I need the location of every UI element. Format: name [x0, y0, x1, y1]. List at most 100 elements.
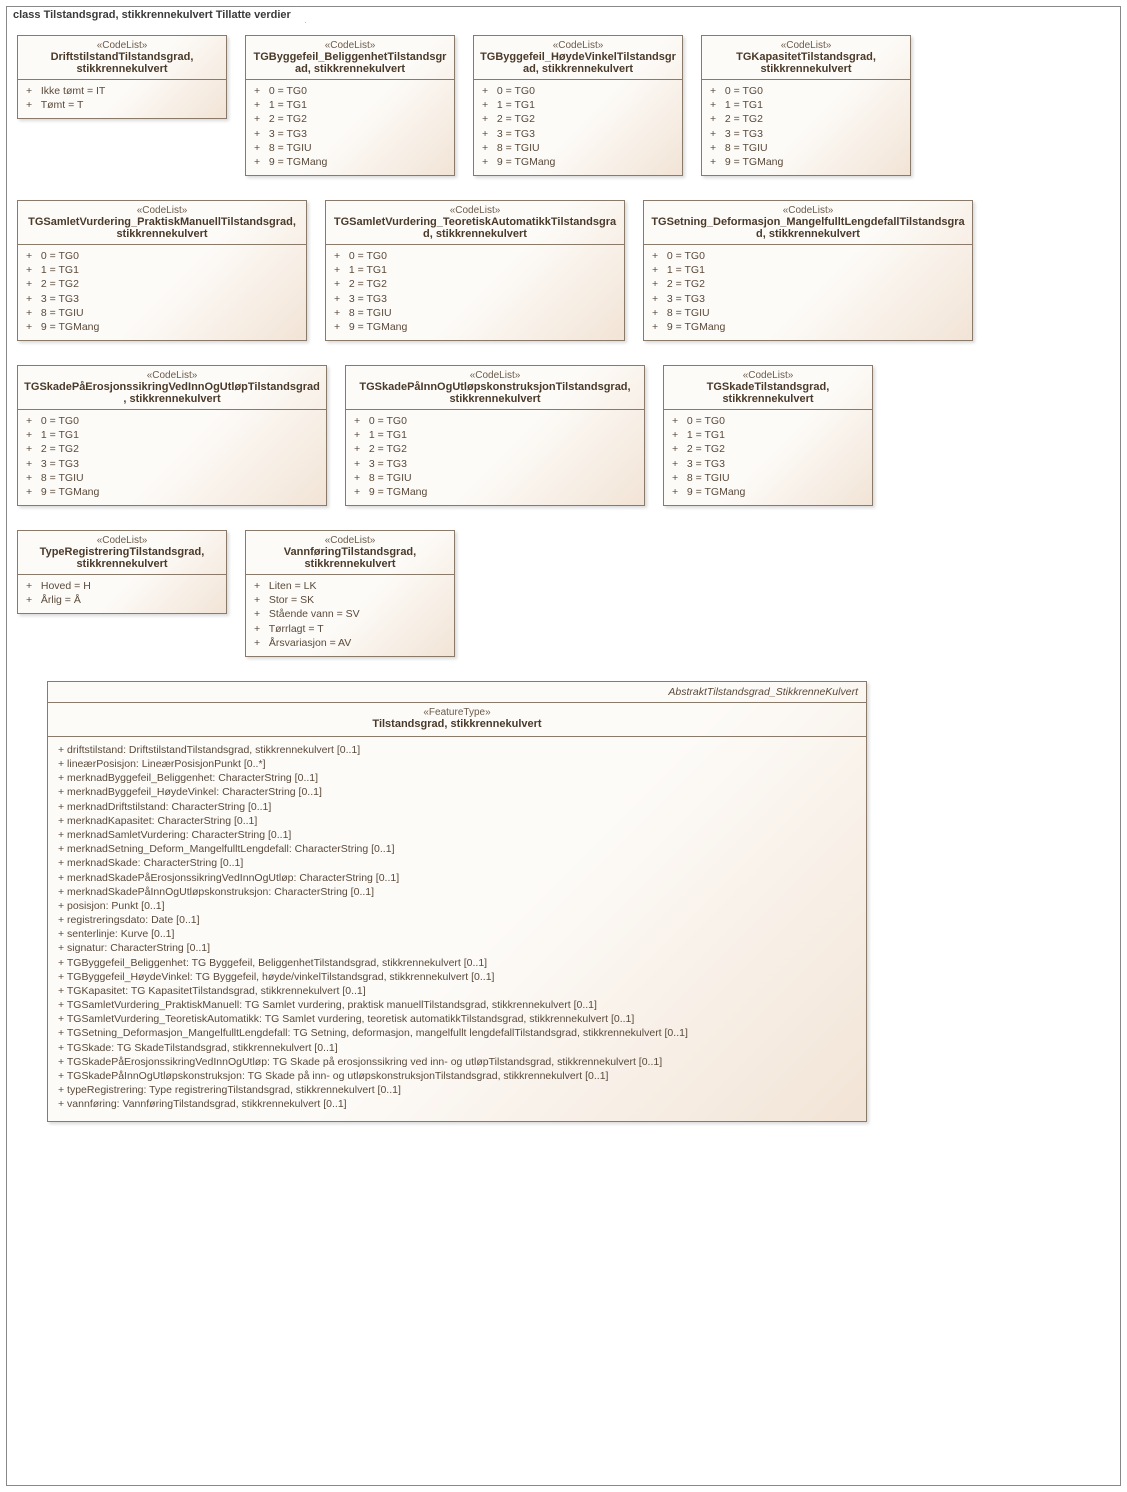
codelist-body: + Liten = LK+ Stor = SK+ Stående vann = … — [246, 575, 454, 656]
codelist-entry: + 8 = TGIU — [26, 471, 318, 485]
codelist-stereotype: «CodeList» — [24, 370, 320, 381]
codelist-entry: + 9 = TGMang — [710, 155, 902, 169]
codelist-cl4: «CodeList»TGKapasitetTilstandsgrad, stik… — [701, 35, 911, 176]
codelist-stereotype: «CodeList» — [252, 40, 448, 51]
feature-attribute: + merknadSkade: CharacterString [0..1] — [58, 856, 856, 870]
codelist-entry: + 9 = TGMang — [672, 485, 864, 499]
codelist-row: «CodeList»DriftstilstandTilstandsgrad, s… — [17, 35, 1110, 176]
codelist-entry: + 0 = TG0 — [254, 84, 446, 98]
codelist-head: «CodeList»TGSkadeTilstandsgrad, stikkren… — [664, 366, 872, 410]
codelist-entry: + 8 = TGIU — [652, 306, 964, 320]
codelist-stereotype: «CodeList» — [24, 40, 220, 51]
codelist-entry: + 8 = TGIU — [354, 471, 636, 485]
codelist-entry: + 8 = TGIU — [710, 141, 902, 155]
codelist-body: + 0 = TG0+ 1 = TG1+ 2 = TG2+ 3 = TG3+ 8 … — [326, 245, 624, 340]
feature-attribute: + senterlinje: Kurve [0..1] — [58, 927, 856, 941]
codelist-row: «CodeList»TypeRegistreringTilstandsgrad,… — [17, 530, 1110, 657]
feature-attribute: + merknadByggefeil_HøydeVinkel: Characte… — [58, 785, 856, 799]
codelist-title: TGByggefeil_HøydeVinkelTilstandsgrad, st… — [480, 51, 676, 75]
frame-title: class Tilstandsgrad, stikkrennekulvert T… — [6, 6, 306, 23]
feature-attribute: + TGSetning_Deformasjon_MangelfulltLengd… — [58, 1026, 856, 1040]
codelist-entry: + 2 = TG2 — [672, 442, 864, 456]
codelist-head: «CodeList»VannføringTilstandsgrad, stikk… — [246, 531, 454, 575]
codelist-entry: + 1 = TG1 — [354, 428, 636, 442]
codelist-entry: + 0 = TG0 — [652, 249, 964, 263]
codelist-body: + 0 = TG0+ 1 = TG1+ 2 = TG2+ 3 = TG3+ 8 … — [246, 80, 454, 175]
codelist-entry: + 0 = TG0 — [710, 84, 902, 98]
codelist-entry: + 3 = TG3 — [652, 292, 964, 306]
codelist-stereotype: «CodeList» — [332, 205, 618, 216]
codelist-title: TGSkadeTilstandsgrad, stikkrennekulvert — [670, 381, 866, 405]
codelist-stereotype: «CodeList» — [480, 40, 676, 51]
feature-attribute: + signatur: CharacterString [0..1] — [58, 941, 856, 955]
codelist-entry: + 1 = TG1 — [254, 98, 446, 112]
feature-attribute: + lineærPosisjon: LineærPosisjonPunkt [0… — [58, 757, 856, 771]
feature-attribute: + TGSkadePåErosjonssikringVedInnOgUtløp:… — [58, 1055, 856, 1069]
codelist-entry: + 2 = TG2 — [26, 442, 318, 456]
codelist-stereotype: «CodeList» — [24, 535, 220, 546]
codelist-stereotype: «CodeList» — [708, 40, 904, 51]
codelist-cl10: «CodeList»TGSkadeTilstandsgrad, stikkren… — [663, 365, 873, 506]
codelist-body: + 0 = TG0+ 1 = TG1+ 2 = TG2+ 3 = TG3+ 8 … — [644, 245, 972, 340]
feature-attribute: + vannføring: VannføringTilstandsgrad, s… — [58, 1097, 856, 1111]
codelist-cl11: «CodeList»TypeRegistreringTilstandsgrad,… — [17, 530, 227, 614]
codelist-cl2: «CodeList»TGByggefeil_BeliggenhetTilstan… — [245, 35, 455, 176]
codelist-entry: + 3 = TG3 — [354, 457, 636, 471]
codelist-entry: + Tørrlagt = T — [254, 622, 446, 636]
codelist-entry: + 0 = TG0 — [26, 414, 318, 428]
codelist-entry: + 3 = TG3 — [26, 292, 298, 306]
codelist-entry: + 2 = TG2 — [26, 277, 298, 291]
codelist-cl6: «CodeList»TGSamletVurdering_TeoretiskAut… — [325, 200, 625, 341]
codelist-body: + 0 = TG0+ 1 = TG1+ 2 = TG2+ 3 = TG3+ 8 … — [18, 410, 326, 505]
codelist-entry: + 3 = TG3 — [26, 457, 318, 471]
feature-attributes: + driftstilstand: DriftstilstandTilstand… — [48, 737, 866, 1121]
feature-attribute: + merknadSamletVurdering: CharacterStrin… — [58, 828, 856, 842]
codelist-title: TGSamletVurdering_PraktiskManuellTilstan… — [24, 216, 300, 240]
codelist-head: «CodeList»DriftstilstandTilstandsgrad, s… — [18, 36, 226, 80]
codelist-entry: + Tømt = T — [26, 98, 218, 112]
codelist-entry: + 1 = TG1 — [482, 98, 674, 112]
diagram-frame: class Tilstandsgrad, stikkrennekulvert T… — [6, 6, 1121, 1486]
codelist-stereotype: «CodeList» — [252, 535, 448, 546]
feature-attribute: + TGSkade: TG SkadeTilstandsgrad, stikkr… — [58, 1041, 856, 1055]
codelist-entry: + 3 = TG3 — [334, 292, 616, 306]
codelist-entry: + 0 = TG0 — [672, 414, 864, 428]
codelist-entry: + 8 = TGIU — [334, 306, 616, 320]
codelist-entry: + 1 = TG1 — [334, 263, 616, 277]
codelist-head: «CodeList»TGSetning_Deformasjon_Mangelfu… — [644, 201, 972, 245]
codelist-title: DriftstilstandTilstandsgrad, stikkrennek… — [24, 51, 220, 75]
codelist-cl9: «CodeList»TGSkadePåInnOgUtløpskonstruksj… — [345, 365, 645, 506]
codelist-entry: + 2 = TG2 — [254, 112, 446, 126]
codelist-body: + Hoved = H+ Årlig = Å — [18, 575, 226, 613]
codelist-title: TypeRegistreringTilstandsgrad, stikkrenn… — [24, 546, 220, 570]
codelist-title: TGSamletVurdering_TeoretiskAutomatikkTil… — [332, 216, 618, 240]
feature-attribute: + driftstilstand: DriftstilstandTilstand… — [58, 743, 856, 757]
codelist-entry: + 9 = TGMang — [254, 155, 446, 169]
feature-attribute: + registreringsdato: Date [0..1] — [58, 913, 856, 927]
codelist-entry: + 0 = TG0 — [354, 414, 636, 428]
codelist-entry: + 1 = TG1 — [672, 428, 864, 442]
feature-attribute: + TGSamletVurdering_PraktiskManuell: TG … — [58, 998, 856, 1012]
feature-attribute: + TGByggefeil_HøydeVinkel: TG Byggefeil,… — [58, 970, 856, 984]
codelist-head: «CodeList»TGSamletVurdering_TeoretiskAut… — [326, 201, 624, 245]
codelist-entry: + 8 = TGIU — [672, 471, 864, 485]
codelist-head: «CodeList»TypeRegistreringTilstandsgrad,… — [18, 531, 226, 575]
feature-attribute: + TGSamletVurdering_TeoretiskAutomatikk:… — [58, 1012, 856, 1026]
codelist-title: TGSkadePåInnOgUtløpskonstruksjonTilstand… — [352, 381, 638, 405]
codelist-entry: + 2 = TG2 — [334, 277, 616, 291]
codelist-entry: + Årsvariasjon = AV — [254, 636, 446, 650]
codelist-body: + 0 = TG0+ 1 = TG1+ 2 = TG2+ 3 = TG3+ 8 … — [474, 80, 682, 175]
codelist-entry: + Liten = LK — [254, 579, 446, 593]
codelist-entry: + 2 = TG2 — [482, 112, 674, 126]
codelist-cl8: «CodeList»TGSkadePåErosjonssikringVedInn… — [17, 365, 327, 506]
codelist-head: «CodeList»TGSkadePåErosjonssikringVedInn… — [18, 366, 326, 410]
codelist-body: + 0 = TG0+ 1 = TG1+ 2 = TG2+ 3 = TG3+ 8 … — [702, 80, 910, 175]
codelist-title: TGByggefeil_BeliggenhetTilstandsgrad, st… — [252, 51, 448, 75]
codelist-entry: + 0 = TG0 — [26, 249, 298, 263]
codelist-stereotype: «CodeList» — [650, 205, 966, 216]
codelist-entry: + 1 = TG1 — [652, 263, 964, 277]
feature-supertype: AbstraktTilstandsgrad_StikkrenneKulvert — [48, 682, 866, 703]
codelist-entry: + Årlig = Å — [26, 593, 218, 607]
codelist-entry: + 9 = TGMang — [334, 320, 616, 334]
codelist-entry: + 2 = TG2 — [652, 277, 964, 291]
